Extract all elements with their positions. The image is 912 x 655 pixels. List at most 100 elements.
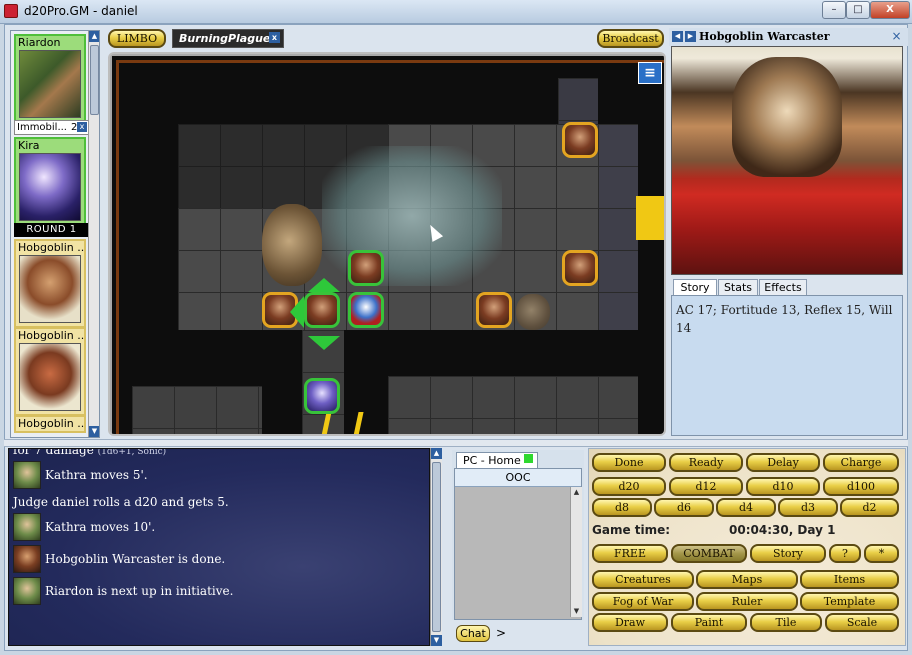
log-line: Kathra moves 10'.: [13, 513, 423, 541]
scroll-thumb[interactable]: [432, 462, 441, 632]
close-panel-icon[interactable]: ×: [891, 30, 902, 42]
tab-effects[interactable]: Effects: [759, 279, 807, 296]
maps-button[interactable]: Maps: [696, 570, 798, 589]
d8-button[interactable]: d8: [592, 498, 652, 517]
online-indicator-icon: [524, 454, 533, 463]
chat-channels: PC - Home OOC: [452, 450, 584, 620]
initiative-card-hobgoblin[interactable]: Hobgoblin ...: [14, 239, 86, 328]
scroll-down-icon[interactable]: ▼: [431, 635, 442, 646]
log-text: Kathra moves 10'.: [45, 520, 156, 534]
combat-mode-button[interactable]: COMBAT: [671, 544, 747, 563]
ooc-panel: OOC: [454, 468, 582, 620]
door-marker: [636, 196, 664, 240]
ooc-scrollbar[interactable]: ▲ ▼: [570, 487, 582, 617]
d100-button[interactable]: d100: [823, 477, 899, 496]
d6-button[interactable]: d6: [654, 498, 714, 517]
log-text: Kathra moves 5'.: [45, 468, 148, 482]
ready-button[interactable]: Ready: [669, 453, 743, 472]
scale-button[interactable]: Scale: [825, 613, 899, 632]
panel-splitter[interactable]: [4, 439, 908, 447]
ally-token[interactable]: [348, 250, 384, 286]
rubble: [516, 294, 550, 330]
round-indicator: ROUND 1: [14, 223, 89, 237]
active-ally-token[interactable]: [304, 292, 340, 328]
initiative-card-riardon[interactable]: Riardon: [14, 34, 86, 123]
close-button[interactable]: X: [870, 1, 910, 19]
initiative-card-name: Hobgoblin ...: [18, 417, 84, 430]
delay-button[interactable]: Delay: [746, 453, 820, 472]
ally-token[interactable]: [348, 292, 384, 328]
d3-button[interactable]: d3: [778, 498, 838, 517]
tab-burningplague[interactable]: BurningPlague x: [172, 29, 284, 48]
map-canvas: ≡: [112, 56, 664, 434]
draw-button[interactable]: Draw: [592, 613, 668, 632]
chat-scrollbar[interactable]: ▲ ▼: [430, 448, 442, 646]
hobgoblin-token[interactable]: [562, 122, 598, 158]
scroll-up-icon[interactable]: ▲: [431, 448, 442, 459]
kira-token[interactable]: [304, 378, 340, 414]
corridor-east: [598, 124, 638, 330]
move-down-icon[interactable]: [308, 336, 340, 350]
selected-creature-header: ◀ ▶ Hobgoblin Warcaster ×: [669, 28, 908, 46]
initiative-card-hobgoblin[interactable]: Hobgoblin ...: [14, 327, 86, 416]
items-button[interactable]: Items: [800, 570, 899, 589]
initiative-card-name: Kira: [18, 139, 40, 152]
hobgoblin-token[interactable]: [562, 250, 598, 286]
app-icon: [4, 4, 18, 18]
battle-map[interactable]: ≡: [108, 52, 666, 436]
log-line: Judge daniel rolls a d20 and gets 5.: [13, 493, 423, 511]
scroll-up-icon[interactable]: ▲: [89, 31, 99, 42]
paint-button[interactable]: Paint: [671, 613, 747, 632]
move-left-icon[interactable]: [290, 296, 304, 328]
chat-button[interactable]: Chat: [456, 625, 490, 642]
close-status-icon[interactable]: x: [77, 122, 87, 132]
ooc-header: OOC: [455, 469, 581, 487]
hobgoblin-token[interactable]: [476, 292, 512, 328]
map-options-icon[interactable]: ≡: [638, 62, 662, 84]
d20-button[interactable]: d20: [592, 477, 666, 496]
minimize-button[interactable]: –: [822, 1, 846, 19]
status-strip: Immobil... 2 x: [14, 120, 89, 135]
tab-pc-home[interactable]: PC - Home: [456, 452, 538, 469]
d10-button[interactable]: d10: [746, 477, 820, 496]
initiative-card-hobgoblin[interactable]: Hobgoblin ...: [14, 415, 86, 433]
broadcast-button[interactable]: Broadcast: [597, 29, 664, 48]
maximize-button[interactable]: □: [846, 1, 870, 19]
game-time-label: Game time:: [592, 523, 671, 537]
log-fragment-text: for 7 damage: [13, 448, 94, 457]
corridor-southwest: [132, 386, 262, 434]
creatures-button[interactable]: Creatures: [592, 570, 694, 589]
tile-button[interactable]: Tile: [750, 613, 822, 632]
scroll-up-icon[interactable]: ▲: [571, 487, 582, 498]
chat-log: for 7 damage (1d6+1, Sonic) Kathra moves…: [8, 448, 430, 646]
move-up-icon[interactable]: [308, 278, 340, 292]
scroll-thumb[interactable]: [90, 45, 99, 115]
initiative-card-name: Hobgoblin ...: [18, 329, 84, 342]
prev-creature-icon[interactable]: ◀: [672, 31, 683, 42]
initiative-scrollbar[interactable]: ▲ ▼: [88, 31, 99, 437]
done-button[interactable]: Done: [592, 453, 666, 472]
status-text: Immobil...: [17, 122, 67, 133]
ruler-button[interactable]: Ruler: [696, 592, 798, 611]
scroll-down-icon[interactable]: ▼: [571, 606, 582, 617]
d2-button[interactable]: d2: [840, 498, 899, 517]
options-button[interactable]: *: [864, 544, 899, 563]
log-fragment: for 7 damage (1d6+1, Sonic): [13, 448, 166, 457]
fog-of-war-button[interactable]: Fog of War: [592, 592, 694, 611]
tab-story[interactable]: Story: [673, 279, 717, 296]
creature-portrait: [671, 46, 903, 275]
charge-button[interactable]: Charge: [823, 453, 899, 472]
limbo-button[interactable]: LIMBO: [108, 29, 166, 48]
close-tab-icon[interactable]: x: [269, 32, 280, 43]
d4-button[interactable]: d4: [716, 498, 776, 517]
help-button[interactable]: ?: [829, 544, 861, 563]
avatar-riardon: [13, 577, 41, 605]
next-creature-icon[interactable]: ▶: [685, 31, 696, 42]
d12-button[interactable]: d12: [669, 477, 743, 496]
free-mode-button[interactable]: FREE: [592, 544, 668, 563]
tab-stats[interactable]: Stats: [718, 279, 758, 296]
template-button[interactable]: Template: [800, 592, 899, 611]
initiative-card-kira[interactable]: Kira: [14, 137, 86, 226]
story-mode-button[interactable]: Story: [750, 544, 826, 563]
scroll-down-icon[interactable]: ▼: [89, 426, 99, 437]
